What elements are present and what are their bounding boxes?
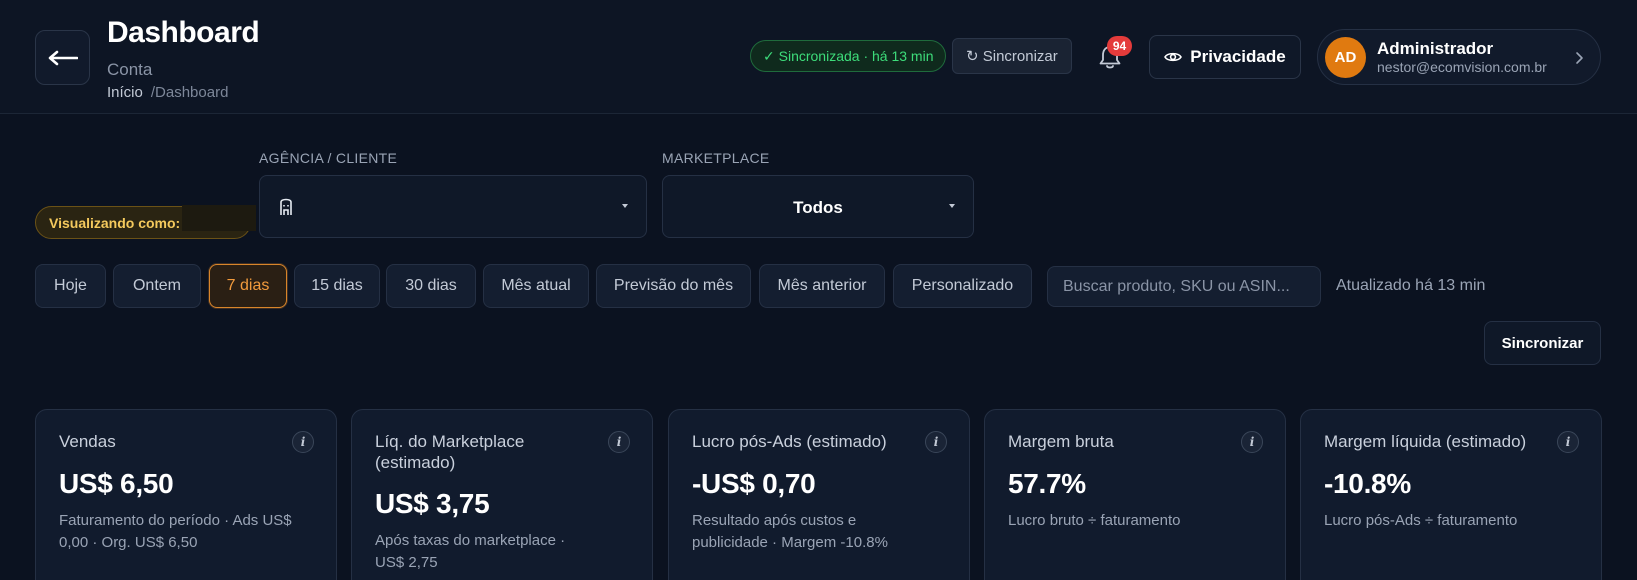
kpi-card-margem-bruta: Margem bruta i 57.7% Lucro bruto ÷ fatur… (984, 409, 1286, 580)
breadcrumb-home[interactable]: Início (107, 84, 143, 101)
page-subtitle: Conta (107, 60, 153, 79)
kpi-card-vendas: Vendas i US$ 6,50 Faturamento do período… (35, 409, 337, 580)
privacy-button[interactable]: Privacidade (1149, 35, 1301, 79)
info-icon[interactable]: i (925, 431, 947, 453)
back-arrow-icon (48, 50, 78, 65)
info-icon[interactable]: i (1557, 431, 1579, 453)
user-name: Administrador (1377, 39, 1494, 58)
kpi-card-margem-liquida: Margem líquida (estimado) i -10.8% Lucro… (1300, 409, 1602, 580)
caret-down-icon (622, 204, 628, 208)
marketplace-select[interactable]: Todos (662, 175, 974, 238)
kpi-title: Vendas (59, 432, 116, 451)
period-tab-7-dias[interactable]: 7 dias (209, 264, 287, 308)
page-title: Dashboard (107, 16, 260, 49)
kpi-title: Lucro pós-Ads (estimado) (692, 432, 887, 451)
kpi-card-liquido-marketplace: Líq. do Marketplace (estimado) i US$ 3,7… (351, 409, 653, 580)
period-tab-mes-anterior[interactable]: Mês anterior (759, 264, 885, 308)
period-tab-previsao-do-mes[interactable]: Previsão do mês (596, 264, 751, 308)
period-tab-mes-atual[interactable]: Mês atual (483, 264, 589, 308)
back-button[interactable] (35, 30, 90, 85)
sync-button[interactable]: ↻ Sincronizar (952, 38, 1072, 74)
breadcrumb: Início /Dashboard (107, 84, 228, 101)
breadcrumb-current: /Dashboard (150, 84, 229, 101)
kpi-description: Após taxas do marketplace · US$ 2,75 (375, 532, 566, 571)
product-search-input[interactable]: Buscar produto, SKU ou ASIN... (1047, 266, 1321, 307)
kpi-value: -10.8% (1324, 468, 1411, 499)
kpi-value: -US$ 0,70 (692, 468, 816, 499)
user-email: nestor@ecomvision.com.br (1377, 59, 1547, 75)
kpi-title: Margem líquida (estimado) (1324, 432, 1527, 451)
marketplace-value: Todos (793, 198, 843, 217)
period-tab-15-dias[interactable]: 15 dias (294, 264, 380, 308)
eye-icon (1164, 52, 1183, 62)
chevron-right-icon (1576, 52, 1583, 64)
kpi-description: Lucro pós-Ads ÷ faturamento (1324, 512, 1518, 529)
period-tab-personalizado[interactable]: Personalizado (893, 264, 1032, 308)
kpi-title: Líq. do Marketplace (estimado) (375, 432, 525, 472)
viewing-as-badge: Visualizando como: (35, 205, 256, 239)
kpi-title: Margem bruta (1008, 432, 1114, 451)
info-icon[interactable]: i (292, 431, 314, 453)
kpi-description: Resultado após custos e publicidade · Ma… (692, 512, 888, 551)
period-tab-30-dias[interactable]: 30 dias (386, 264, 476, 308)
agency-select[interactable] (259, 175, 647, 238)
updated-text: Atualizado há 13 min (1336, 277, 1486, 294)
kpi-value: US$ 3,75 (375, 488, 490, 519)
top-header: Dashboard Conta Início /Dashboard ✓ Sinc… (0, 0, 1637, 114)
kpi-card-lucro-pos-ads: Lucro pós-Ads (estimado) i -US$ 0,70 Res… (668, 409, 970, 580)
viewing-as-label: Visualizando como: (49, 214, 181, 231)
info-icon[interactable]: i (608, 431, 630, 453)
kpi-description: Lucro bruto ÷ faturamento (1008, 512, 1181, 529)
kpi-value: 57.7% (1008, 468, 1086, 499)
viewing-as-value (182, 205, 256, 231)
privacy-button-label: Privacidade (1190, 47, 1286, 66)
avatar: AD (1325, 37, 1366, 78)
user-menu[interactable]: AD Administrador nestor@ecomvision.com.b… (1317, 29, 1601, 85)
kpi-value: US$ 6,50 (59, 468, 174, 499)
building-icon (280, 198, 292, 215)
marketplace-label: MARKETPLACE (662, 150, 770, 166)
period-tab-ontem[interactable]: Ontem (113, 264, 201, 308)
period-tab-hoje[interactable]: Hoje (35, 264, 106, 308)
sync-button-secondary[interactable]: Sincronizar (1484, 321, 1601, 365)
kpi-description: Faturamento do período · Ads US$ 0,00 · … (59, 512, 292, 551)
sync-status-badge: ✓ Sincronizada · há 13 min (750, 40, 947, 72)
caret-down-icon (949, 204, 955, 208)
info-icon[interactable]: i (1241, 431, 1263, 453)
agency-label: AGÊNCIA / CLIENTE (259, 150, 398, 166)
notification-count-badge: 94 (1107, 36, 1132, 56)
